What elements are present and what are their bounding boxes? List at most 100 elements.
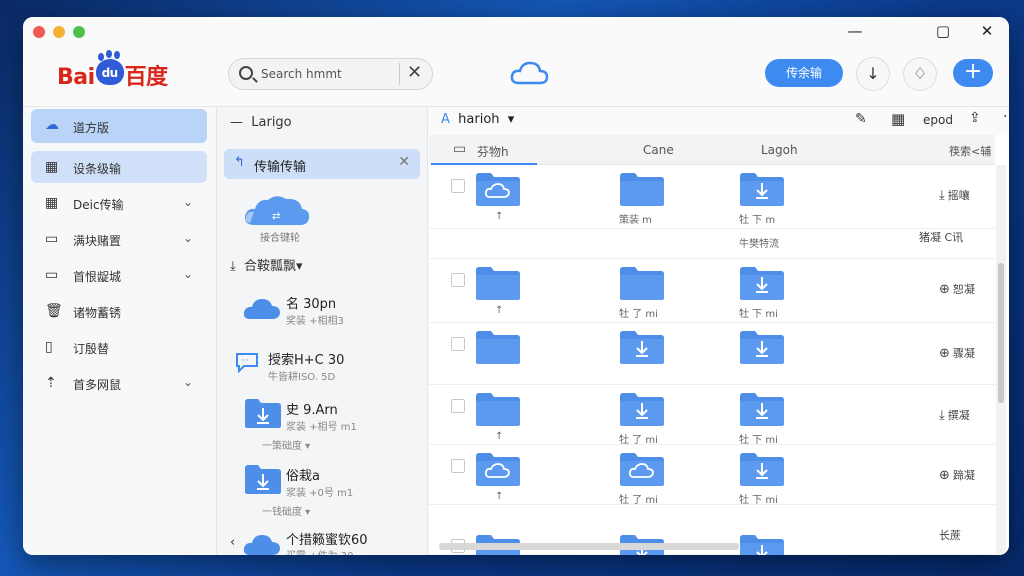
chevron-down-icon[interactable]: ⌄ (183, 195, 193, 209)
list-item[interactable]: 名 30pn 奖装 +相相3 (218, 289, 428, 329)
row-action[interactable]: 猪凝 C讯 (919, 229, 963, 245)
chevron-down-icon[interactable]: ⌄ (183, 375, 193, 389)
cell-caption: 牡 了 mi (619, 435, 658, 446)
row-checkbox[interactable] (451, 273, 465, 287)
row-checkbox[interactable] (451, 179, 465, 193)
folder-cell[interactable] (739, 533, 785, 555)
chevron-left-icon[interactable]: ‹ (230, 535, 235, 550)
zoom-dot[interactable] (73, 26, 85, 38)
download-icon[interactable]: ↓ (856, 57, 890, 91)
sidebar-item-4[interactable]: ▭ 首恨龊城 ⌄ (31, 259, 207, 291)
cloud-icon: ☁ (45, 117, 59, 133)
list-item[interactable]: 史 9.Arn 浆装 +相号 m1 一策础度 ▾ (218, 395, 428, 459)
row-action[interactable]: ⊕ 蹄凝 (939, 467, 975, 483)
column-sort[interactable]: 筷索<辅 (949, 143, 991, 159)
column-created[interactable]: Cane (643, 143, 674, 157)
close-dot[interactable] (33, 26, 45, 38)
cloud-icon[interactable] (509, 59, 549, 87)
row-action[interactable]: ⤓ 撰凝 (939, 407, 970, 423)
logo-paw: du (95, 53, 124, 85)
breadcrumb[interactable]: A harioh ▾ (441, 112, 514, 127)
column-modified[interactable]: Lagoh (761, 143, 798, 157)
sidebar-item-5[interactable]: 🗑 诸物蓄锈 (31, 295, 207, 327)
folder-cell[interactable]: 策装 m (619, 171, 665, 226)
download-folder-icon (739, 173, 785, 210)
folder-cell[interactable]: 牡 了 mi (619, 451, 665, 506)
folder-cell[interactable]: 牡 下 mi (739, 265, 785, 320)
cell-caption: 策装 m (619, 215, 652, 226)
chevron-down-icon[interactable]: ⌄ (183, 231, 193, 245)
table-row[interactable]: ↑ 牡 了 mi 牡 下 mi ⊕ 恕凝 (429, 259, 995, 323)
folder-cell[interactable]: 牡 了 mi (619, 391, 665, 446)
transfer-button[interactable]: 传余输 (765, 59, 843, 87)
folder-cell[interactable]: 牡 下 mi (739, 451, 785, 506)
row-checkbox[interactable] (451, 399, 465, 413)
transfer-tab-selected[interactable]: ↰ 传输传输 ✕ (224, 149, 420, 179)
folder-cell[interactable]: 牡 下 m (739, 171, 785, 226)
folder-cell[interactable]: ↑ (475, 171, 521, 222)
table-row[interactable]: ↑ 牡 了 mi 牡 下 mi ⊕ 蹄凝 (429, 445, 995, 506)
baidu-logo[interactable]: Bai du 百度 (57, 53, 168, 91)
sidebar-item-1[interactable]: ▦ 设条级输 (31, 151, 207, 183)
close-tab-icon[interactable]: ✕ (398, 154, 410, 170)
folder-cell[interactable] (475, 329, 521, 368)
close-button[interactable]: ✕ (975, 21, 999, 41)
share-icon[interactable]: ⇪ (969, 110, 981, 126)
maximize-button[interactable]: ▢ (931, 21, 955, 41)
sidebar: ☁ 道方版 ▦ 设条级输 ▦ Deic传输 ⌄ ▭ 满块赌置 ⌄ ▭ 首恨龊城 … (23, 107, 217, 555)
download-folder-icon (619, 331, 665, 368)
minimize-dot[interactable] (53, 26, 65, 38)
folder-cell[interactable] (739, 329, 785, 368)
sort-button[interactable]: epod (923, 113, 953, 127)
table-row[interactable]: ↑ 牡 了 mi 牡 下 mi ⤓ 撰凝 (429, 385, 995, 446)
clear-search-icon[interactable]: ✕ (407, 62, 422, 83)
table-row[interactable]: ↑ 策装 m 牡 下 m ⤓ 摇嚷 (429, 165, 995, 229)
list-item[interactable]: 俗栽a 浆装 +0号 m1 一钱础度 ▾ (218, 461, 428, 525)
list-item[interactable]: ··· 授索H+C 30 牛皆耕ISO. 5D (218, 345, 428, 385)
cell-caption: 牡 了 mi (619, 309, 658, 320)
sidebar-item-2[interactable]: ▦ Deic传输 ⌄ (31, 187, 207, 219)
row-action-label: 骤凝 (952, 347, 975, 360)
collapse-icon[interactable]: — (230, 115, 243, 130)
column-name[interactable]: 芬物h (477, 143, 509, 160)
folder-cell[interactable]: 牡 下 mi (739, 391, 785, 446)
item-subtitle: 浆装 +0号 m1 (286, 488, 354, 499)
sidebar-item-7[interactable]: ⇡ 首多网鼠 ⌄ (31, 367, 207, 399)
scroll-thumb[interactable] (998, 263, 1004, 403)
cell-caption: ↑ (495, 431, 504, 442)
sidebar-item-0[interactable]: ☁ 道方版 (31, 109, 207, 143)
folder-cell[interactable]: ↑ (475, 265, 521, 316)
search-input[interactable]: Search hmmt (261, 67, 342, 81)
table-row[interactable]: ⊕ 骤凝 (429, 323, 995, 385)
bell-icon[interactable]: ♢ (903, 57, 937, 91)
folder-cell[interactable]: 牡 了 mi (619, 265, 665, 320)
folder-cell[interactable]: ↑ (475, 391, 521, 442)
search-box[interactable]: Search hmmt ✕ (228, 58, 433, 90)
more-icon[interactable]: ··· (1003, 109, 1009, 125)
sidebar-item-3[interactable]: ▭ 满块赌置 ⌄ (31, 223, 207, 255)
row-action[interactable]: ⤓ 摇嚷 (939, 187, 970, 203)
item-status[interactable]: 一钱础度 ▾ (262, 503, 310, 518)
table-row[interactable]: 牛樊特流 猪凝 C讯 (429, 229, 995, 259)
folder-cell[interactable]: ↑ (475, 451, 521, 502)
horizontal-scrollbar[interactable] (439, 543, 739, 550)
row-action[interactable]: ⊕ 恕凝 (939, 281, 975, 297)
edit-icon[interactable]: ✎ (855, 111, 867, 127)
row-checkbox[interactable] (451, 459, 465, 473)
folder-cell[interactable] (619, 329, 665, 368)
breadcrumb-icon: A (441, 112, 450, 127)
chevron-down-icon[interactable]: ⌄ (183, 267, 193, 281)
add-button[interactable]: + (953, 59, 993, 87)
section-header[interactable]: ⤓ 合鞍瓢飘▾ (230, 255, 303, 274)
folder-icon (619, 267, 665, 304)
row-action[interactable]: ⊕ 骤凝 (939, 345, 975, 361)
minimize-button[interactable]: — (843, 21, 867, 41)
row-action[interactable]: 长蔗 (939, 527, 961, 543)
sidebar-item-6[interactable]: ▯ 订殷替 (31, 331, 207, 363)
item-status[interactable]: 一策础度 ▾ (262, 437, 310, 452)
cell-caption: 牛樊特流 (739, 239, 779, 250)
list-item[interactable]: ‹ 个措籁蜜钦60 买霞 +件为 30 (218, 527, 428, 555)
grid-view-icon[interactable]: ▦ (891, 110, 905, 128)
vertical-scrollbar[interactable] (996, 165, 1006, 555)
row-checkbox[interactable] (451, 337, 465, 351)
